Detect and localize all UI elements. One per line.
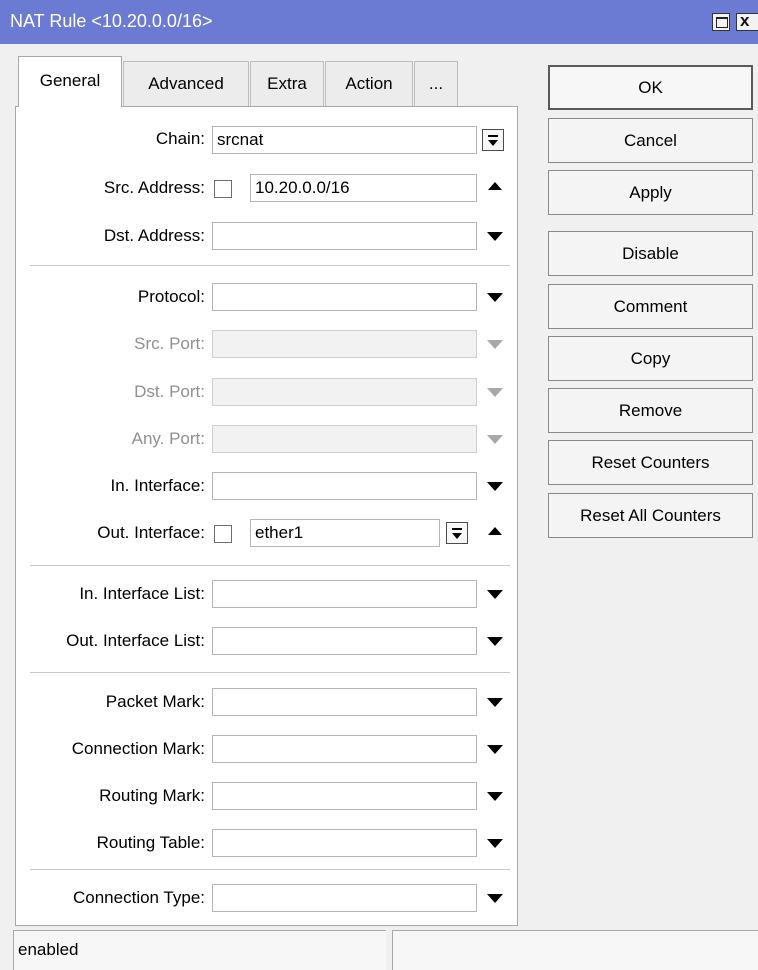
dst-port-expand-icon	[487, 388, 503, 397]
out-interface-dropdown-icon[interactable]	[446, 522, 468, 544]
protocol-input[interactable]	[212, 283, 477, 311]
packet-mark-label: Packet Mark:	[105, 692, 205, 711]
maximize-icon[interactable]	[712, 13, 730, 31]
packet-mark-expand-icon[interactable]	[487, 698, 503, 707]
tab-extra[interactable]: Extra	[250, 61, 324, 106]
cancel-button[interactable]: Cancel	[548, 118, 753, 163]
status-state: enabled	[13, 930, 386, 970]
routing-mark-label: Routing Mark:	[99, 786, 205, 805]
any-port-input	[212, 425, 477, 453]
out-interface-select[interactable]: ether1	[250, 519, 440, 547]
dst-address-expand-icon[interactable]	[487, 232, 503, 241]
tab-general[interactable]: General	[18, 56, 122, 107]
tab-more[interactable]: ...	[414, 61, 458, 106]
window-title: NAT Rule <10.20.0.0/16>	[10, 11, 213, 31]
any-port-label: Any. Port:	[131, 429, 205, 448]
out-interface-label: Out. Interface:	[97, 523, 205, 542]
title-bar[interactable]: NAT Rule <10.20.0.0/16> x	[0, 0, 758, 44]
remove-button[interactable]: Remove	[548, 388, 753, 433]
tab-label: Extra	[267, 74, 307, 93]
src-address-label: Src. Address:	[103, 178, 205, 197]
status-extra	[392, 930, 758, 970]
tab-advanced[interactable]: Advanced	[123, 61, 249, 106]
connection-type-expand-icon[interactable]	[487, 894, 503, 903]
routing-mark-expand-icon[interactable]	[487, 792, 503, 801]
src-port-input	[212, 330, 477, 358]
chain-label: Chain:	[155, 129, 205, 148]
out-interface-collapse-icon[interactable]	[488, 527, 502, 535]
ok-button[interactable]: OK	[548, 65, 753, 110]
in-interface-label: In. Interface:	[110, 476, 206, 495]
tab-action[interactable]: Action	[325, 61, 413, 106]
dst-address-input[interactable]	[212, 222, 477, 250]
comment-button[interactable]: Comment	[548, 284, 753, 329]
separator	[30, 265, 510, 267]
connection-type-label: Connection Type:	[73, 888, 205, 907]
connection-type-input[interactable]	[212, 884, 477, 912]
out-interface-list-input[interactable]	[212, 627, 477, 655]
separator	[30, 869, 510, 871]
separator	[30, 565, 510, 567]
src-address-invert-checkbox[interactable]	[214, 180, 232, 198]
src-port-expand-icon	[487, 340, 503, 349]
status-bar: enabled	[0, 930, 758, 970]
close-icon[interactable]: x	[736, 11, 758, 31]
out-interface-invert-checkbox[interactable]	[214, 525, 232, 543]
separator	[30, 672, 510, 674]
src-port-label: Src. Port:	[134, 334, 205, 353]
tab-label: ...	[428, 74, 444, 93]
src-address-input[interactable]: 10.20.0.0/16	[250, 174, 477, 202]
out-interface-list-label: Out. Interface List:	[66, 631, 205, 650]
packet-mark-input[interactable]	[212, 688, 477, 716]
reset-all-counters-button[interactable]: Reset All Counters	[548, 493, 753, 538]
disable-button[interactable]: Disable	[548, 231, 753, 276]
protocol-label: Protocol:	[137, 287, 205, 306]
chain-dropdown-icon[interactable]	[482, 129, 504, 151]
apply-button[interactable]: Apply	[548, 170, 753, 215]
in-interface-list-label: In. Interface List:	[79, 584, 205, 603]
connection-mark-label: Connection Mark:	[71, 739, 205, 758]
reset-counters-button[interactable]: Reset Counters	[548, 440, 753, 485]
any-port-expand-icon	[487, 435, 503, 444]
dst-port-input	[212, 378, 477, 406]
routing-mark-input[interactable]	[212, 782, 477, 810]
dst-port-label: Dst. Port:	[134, 382, 205, 401]
dst-address-label: Dst. Address:	[103, 226, 205, 245]
in-interface-list-input[interactable]	[212, 580, 477, 608]
tab-label: Action	[345, 74, 393, 93]
in-interface-expand-icon[interactable]	[487, 482, 503, 491]
in-interface-input[interactable]	[212, 472, 477, 500]
copy-button[interactable]: Copy	[548, 336, 753, 381]
tab-label: Advanced	[148, 74, 224, 93]
tab-label: General	[39, 71, 101, 90]
src-address-collapse-icon[interactable]	[488, 182, 502, 190]
connection-mark-input[interactable]	[212, 735, 477, 763]
chain-select[interactable]: srcnat	[212, 126, 477, 154]
routing-table-label: Routing Table:	[96, 833, 205, 852]
connection-mark-expand-icon[interactable]	[487, 745, 503, 754]
routing-table-input[interactable]	[212, 829, 477, 857]
protocol-expand-icon[interactable]	[487, 293, 503, 302]
routing-table-expand-icon[interactable]	[487, 839, 503, 848]
in-interface-list-expand-icon[interactable]	[487, 590, 503, 599]
out-interface-list-expand-icon[interactable]	[487, 637, 503, 646]
